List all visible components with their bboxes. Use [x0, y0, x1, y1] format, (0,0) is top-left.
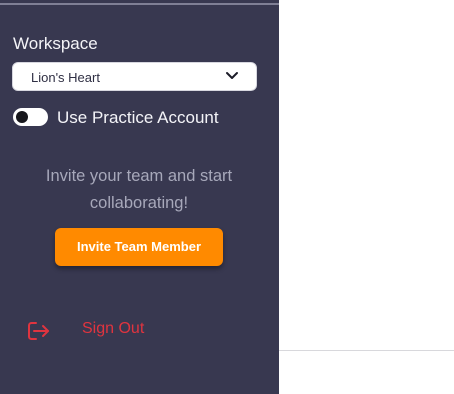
main-content-area [279, 0, 454, 394]
logout-icon [28, 322, 49, 340]
invite-team-member-button[interactable]: Invite Team Member [55, 228, 223, 266]
sidebar: Workspace Lion's Heart Use Practice Acco… [0, 0, 279, 394]
content-divider [279, 350, 454, 351]
sign-out-label: Sign Out [82, 320, 145, 337]
workspace-select[interactable]: Lion's Heart [12, 62, 257, 91]
sign-out-row[interactable]: Sign Out [24, 316, 194, 344]
workspace-label: Workspace [13, 34, 98, 53]
sidebar-top-divider [0, 3, 279, 5]
practice-account-toggle[interactable] [13, 108, 48, 126]
chevron-down-icon [226, 72, 238, 79]
practice-account-label: Use Practice Account [57, 108, 219, 127]
workspace-select-value: Lion's Heart [31, 70, 100, 85]
invite-text: Invite your team and start collaborating… [45, 167, 233, 212]
toggle-knob [16, 111, 28, 123]
